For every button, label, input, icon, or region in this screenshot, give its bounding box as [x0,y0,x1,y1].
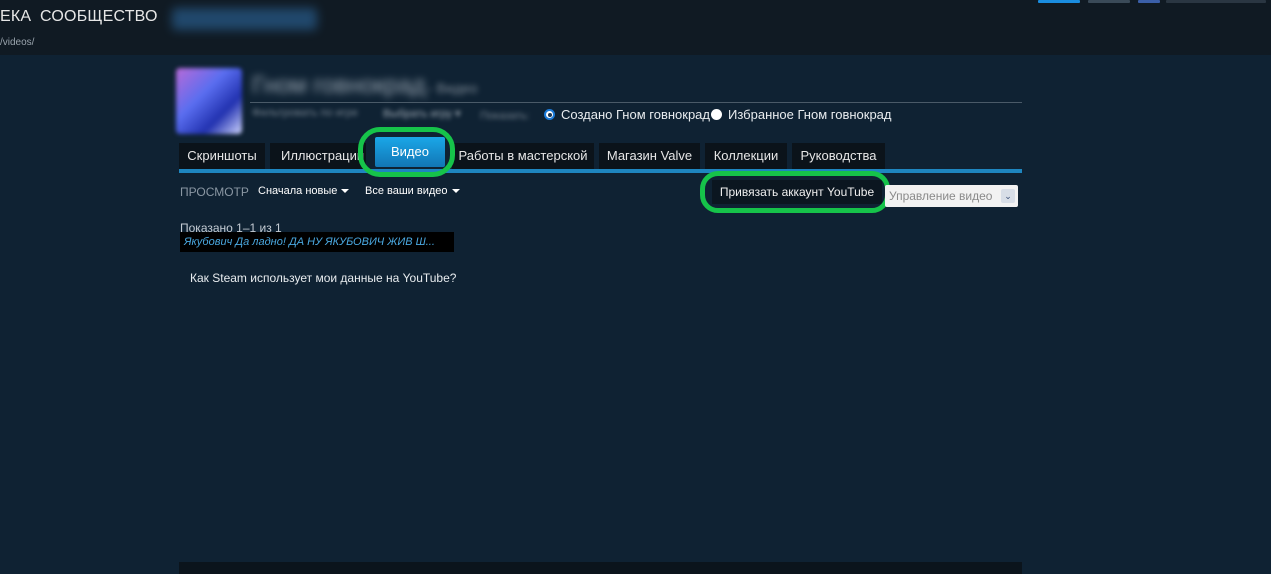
view-label: ПРОСМОТР [180,185,249,199]
scope-dropdown-label: Все ваши видео [365,185,448,197]
filter-by-game-label: Фильтровать по игре [252,107,359,119]
manage-videos-select[interactable]: Управление видео ⌄ [885,185,1018,207]
notifications-button[interactable] [1088,0,1130,3]
radio-favorites-of-indicator[interactable] [711,109,722,120]
footer-bar [179,562,1022,574]
radio-favorites-of-label: Избранное Гном говнокрад [728,107,892,122]
tab-collections[interactable]: Коллекции [705,143,787,169]
radio-created-by-indicator[interactable] [544,109,555,120]
radio-created-by-label: Создано Гном говнокрад [561,107,710,122]
sort-dropdown[interactable]: Сначала новые [258,185,350,197]
tabs-underline [179,169,1022,173]
video-item-title[interactable]: Якубович Да ладно! ДА НУ ЯКУБОВИЧ ЖИВ Ш.… [180,232,454,252]
tab-guides[interactable]: Руководства [792,143,885,169]
profile-section-suffix: - Видео [428,80,478,96]
profile-name[interactable]: Гном говнокрад [252,72,426,100]
show-label: Показать: [480,110,530,122]
choose-game-dropdown[interactable]: Выбрать игру ▾ [383,107,461,120]
radio-favorites-of[interactable]: Избранное Гном говнокрад [711,107,892,122]
tab-artwork[interactable]: Иллюстрации [270,143,366,169]
youtube-data-info-link[interactable]: Как Steam использует мои данные на YouTu… [190,271,456,285]
double-chevron-down-icon: ⌄ [1001,189,1015,203]
sort-dropdown-label: Сначала новые [258,185,338,197]
install-steam-button[interactable] [1038,0,1080,3]
caret-down-icon [451,189,460,194]
manage-videos-label: Управление видео [889,189,993,203]
nav-library-link[interactable]: ЕКА [0,8,31,26]
tab-valve-store[interactable]: Магазин Valve [599,143,700,169]
scope-dropdown[interactable]: Все ваши видео [365,185,460,197]
highlight-videos-tab [358,127,455,177]
tab-screenshots[interactable]: Скриншоты [179,143,265,169]
profile-avatar[interactable] [176,68,242,134]
highlight-link-youtube [700,171,890,213]
header-divider [250,102,1022,103]
caret-down-icon [341,189,350,194]
nav-community-link[interactable]: СООБЩЕСТВО [40,8,158,26]
url-path: /videos/ [0,37,35,48]
account-avatar[interactable] [1138,0,1160,3]
top-navigation: ЕКА СООБЩЕСТВО /videos/ [0,0,1271,55]
account-menu[interactable] [1166,0,1266,3]
nav-username-blurred[interactable] [172,8,317,30]
tab-workshop[interactable]: Работы в мастерской [452,143,594,169]
radio-created-by[interactable]: Создано Гном говнокрад [544,107,710,122]
